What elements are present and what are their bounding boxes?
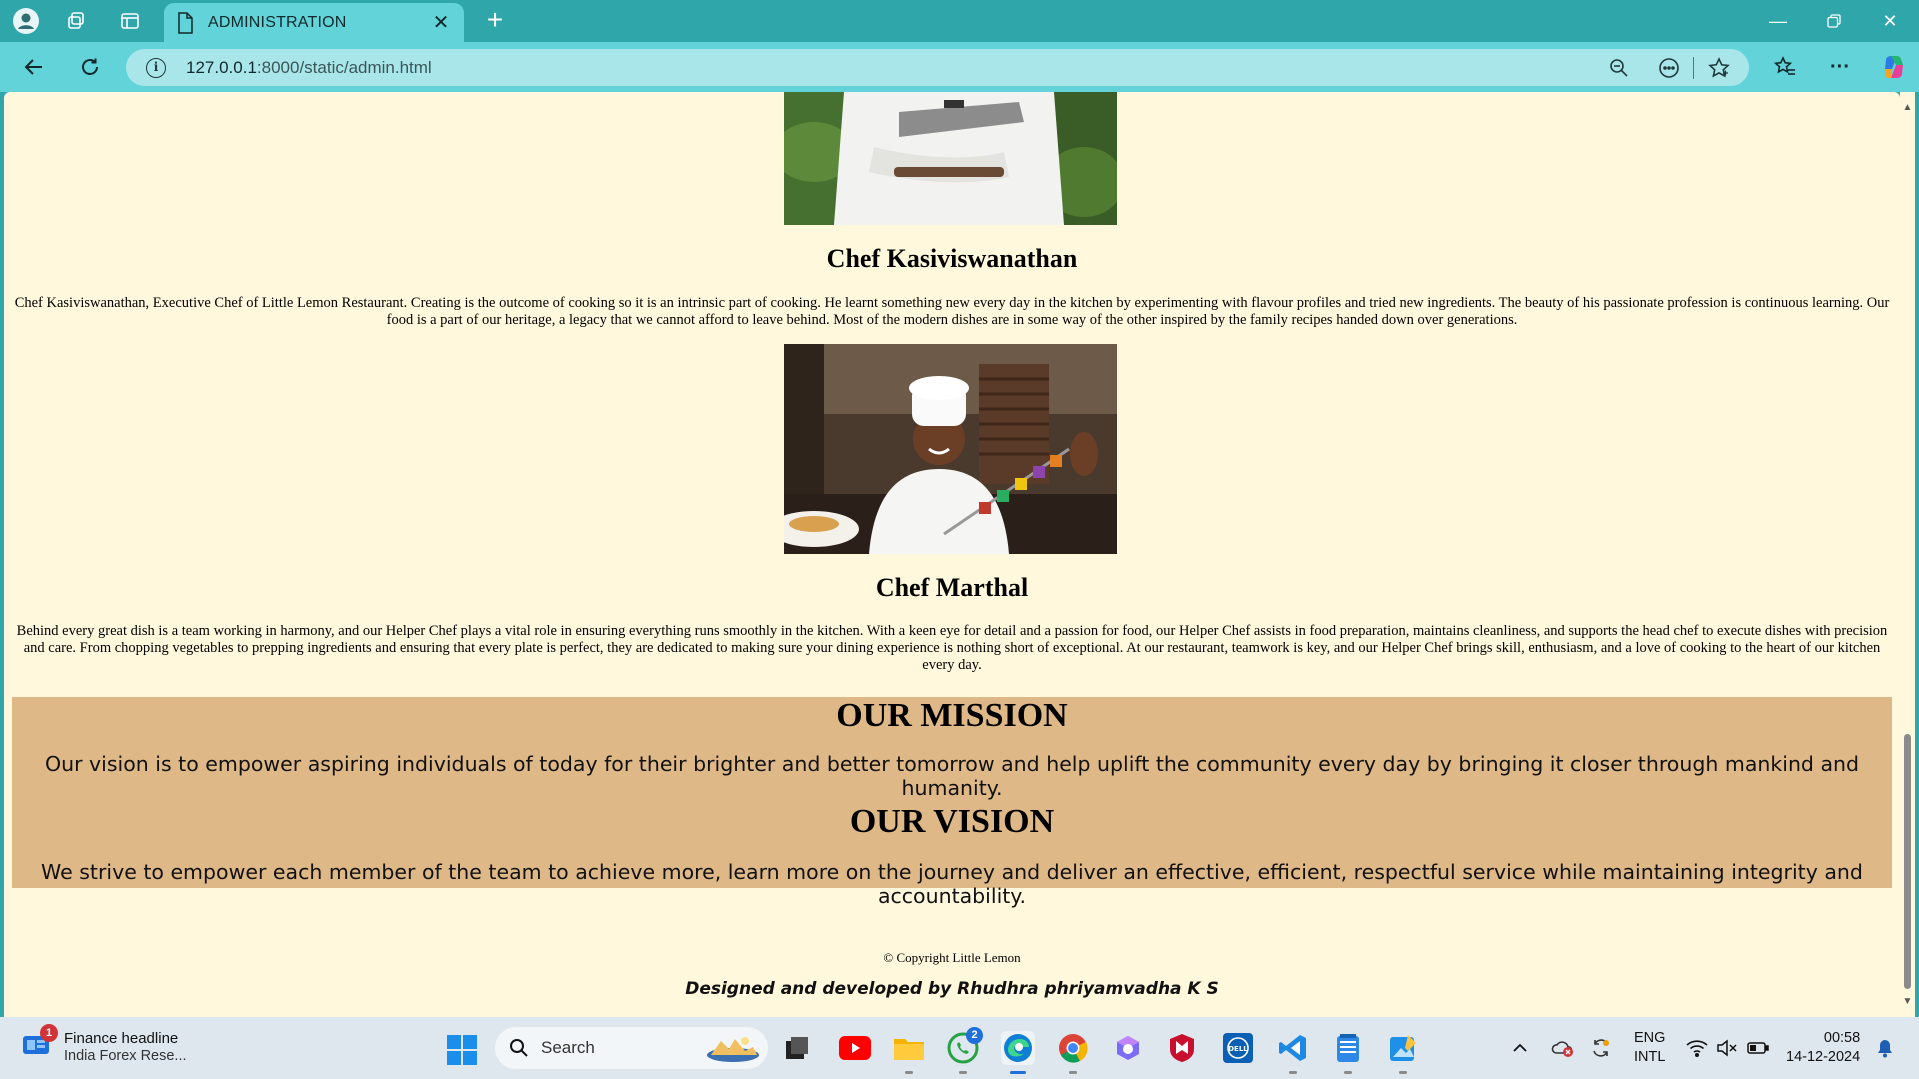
url-path: :8000/static/admin.html [256, 58, 432, 77]
active-indicator [1010, 1071, 1026, 1074]
mission-vision-section: OUR MISSION Our vision is to empower asp… [12, 697, 1892, 908]
news-title: Finance headline [64, 1030, 179, 1047]
dell-icon[interactable]: DELL [1221, 1031, 1255, 1065]
profile-icon[interactable] [10, 6, 42, 36]
show-hidden-icons[interactable] [1512, 1017, 1528, 1079]
sync-icon[interactable] [1590, 1017, 1612, 1079]
whatsapp-badge: 2 [966, 1027, 983, 1044]
new-tab-button[interactable]: + [478, 6, 512, 36]
tab-actions-icon[interactable] [114, 6, 146, 36]
zoom-out-icon[interactable] [1606, 55, 1632, 81]
page-viewport: Chef Kasiviswanathan Chef Kasiviswanatha… [4, 92, 1900, 1017]
news-icon: 1 [22, 1024, 58, 1056]
notification-bell-icon[interactable] [1876, 1017, 1894, 1079]
running-indicator [905, 1071, 913, 1074]
close-window-button[interactable]: ✕ [1862, 0, 1918, 42]
minimize-button[interactable]: — [1750, 0, 1806, 42]
navigation-bar: i 127.0.0.1:8000/static/admin.html ··· [0, 42, 1919, 92]
close-tab-icon[interactable]: ✕ [430, 10, 452, 35]
favorites-icon[interactable] [1767, 51, 1803, 83]
chef-marthal-photo [784, 344, 1117, 554]
scroll-down-arrow[interactable]: ▼ [1902, 996, 1913, 1007]
copilot-icon[interactable] [1876, 51, 1912, 83]
news-subtitle: India Forex Rese... [64, 1048, 187, 1064]
page-scrollbar[interactable]: ▲ ▼ [1900, 92, 1915, 1017]
omnibox-separator [1693, 57, 1694, 79]
chef-bio-marthal: Behind every great dish is a team workin… [16, 623, 1888, 673]
edge-icon[interactable] [1001, 1031, 1035, 1074]
vscode-icon[interactable] [1276, 1031, 1310, 1074]
chef-name-kasiviswanathan: Chef Kasiviswanathan [826, 244, 1078, 273]
whatsapp-icon[interactable]: 2 [946, 1027, 983, 1074]
tab-admin[interactable]: ADMINISTRATION ✕ [164, 3, 464, 42]
url-host: 127.0.0.1 [186, 58, 257, 77]
favorite-star-icon[interactable] [1706, 55, 1732, 81]
more-options-icon[interactable]: ··· [1822, 51, 1858, 83]
news-badge: 1 [40, 1024, 58, 1042]
chef-name-marthal: Chef Marthal [875, 573, 1029, 602]
onedrive-error-icon[interactable] [1551, 1017, 1575, 1079]
search-label: Search [541, 1038, 595, 1057]
wifi-icon[interactable] [1686, 1017, 1708, 1079]
restore-button[interactable] [1806, 0, 1862, 42]
file-explorer-icon[interactable] [892, 1031, 926, 1074]
vision-heading: OUR VISION [849, 803, 1055, 840]
back-button[interactable] [16, 51, 52, 83]
language-indicator[interactable]: ENG INTL [1634, 1017, 1665, 1079]
clock[interactable]: 00:58 14-12-2024 [1786, 1017, 1860, 1079]
mission-heading: OUR MISSION [836, 697, 1068, 734]
copyright-text: © Copyright Little Lemon [883, 950, 1021, 965]
notepad-icon[interactable] [1331, 1031, 1365, 1074]
credits-text: Designed and developed by Rhudhra phriya… [685, 979, 1219, 999]
paint-icon[interactable] [1386, 1031, 1420, 1074]
chrome-icon[interactable] [1056, 1031, 1090, 1074]
running-indicator [959, 1071, 967, 1074]
running-indicator [1069, 1071, 1077, 1074]
taskbar: 1 Finance headline India Forex Rese... S… [0, 1017, 1919, 1079]
address-bar[interactable]: i 127.0.0.1:8000/static/admin.html [126, 49, 1749, 86]
keyboard-layout: INTL [1634, 1049, 1666, 1065]
reading-mode-icon[interactable] [1656, 55, 1682, 81]
search-icon [510, 1039, 528, 1057]
running-indicator [1344, 1071, 1352, 1074]
window-edge [1915, 92, 1919, 1017]
page-icon [178, 11, 193, 34]
battery-icon[interactable] [1747, 1017, 1769, 1079]
task-view-icon[interactable] [780, 1031, 814, 1065]
volume-muted-icon[interactable] [1716, 1017, 1738, 1079]
running-indicator [1399, 1071, 1407, 1074]
chef-kasiviswanathan-photo [784, 92, 1117, 225]
mission-text: Our vision is to empower aspiring indivi… [44, 752, 1860, 800]
running-indicator [1289, 1071, 1297, 1074]
chef-bio-kasiviswanathan: Chef Kasiviswanathan, Executive Chef of … [14, 295, 1890, 328]
site-info-icon[interactable]: i [146, 58, 166, 78]
workspaces-icon[interactable] [60, 6, 92, 36]
clock-time: 00:58 [1823, 1030, 1861, 1046]
refresh-button[interactable] [72, 51, 108, 83]
url-text[interactable]: 127.0.0.1:8000/static/admin.html [186, 58, 432, 78]
windows-start-icon[interactable] [447, 1035, 477, 1065]
search-highlight-icon [707, 1037, 759, 1062]
tab-bar: ADMINISTRATION ✕ + — ✕ [0, 0, 1919, 42]
copilot-app-icon[interactable] [1111, 1031, 1145, 1065]
tab-title: ADMINISTRATION [208, 13, 347, 31]
vision-text: We strive to empower each member of the … [41, 860, 1863, 908]
news-widget[interactable]: 1 Finance headline India Forex Rese... [22, 1024, 187, 1064]
scrollbar-thumb[interactable] [1904, 734, 1911, 989]
mcafee-icon[interactable] [1165, 1031, 1199, 1065]
youtube-icon[interactable] [838, 1031, 872, 1065]
svg-text:DELL: DELL [1228, 1045, 1248, 1053]
taskbar-search[interactable]: Search [495, 1027, 768, 1069]
scroll-up-arrow[interactable]: ▲ [1902, 102, 1913, 113]
language-code: ENG [1634, 1030, 1666, 1046]
clock-date: 14-12-2024 [1786, 1049, 1861, 1065]
